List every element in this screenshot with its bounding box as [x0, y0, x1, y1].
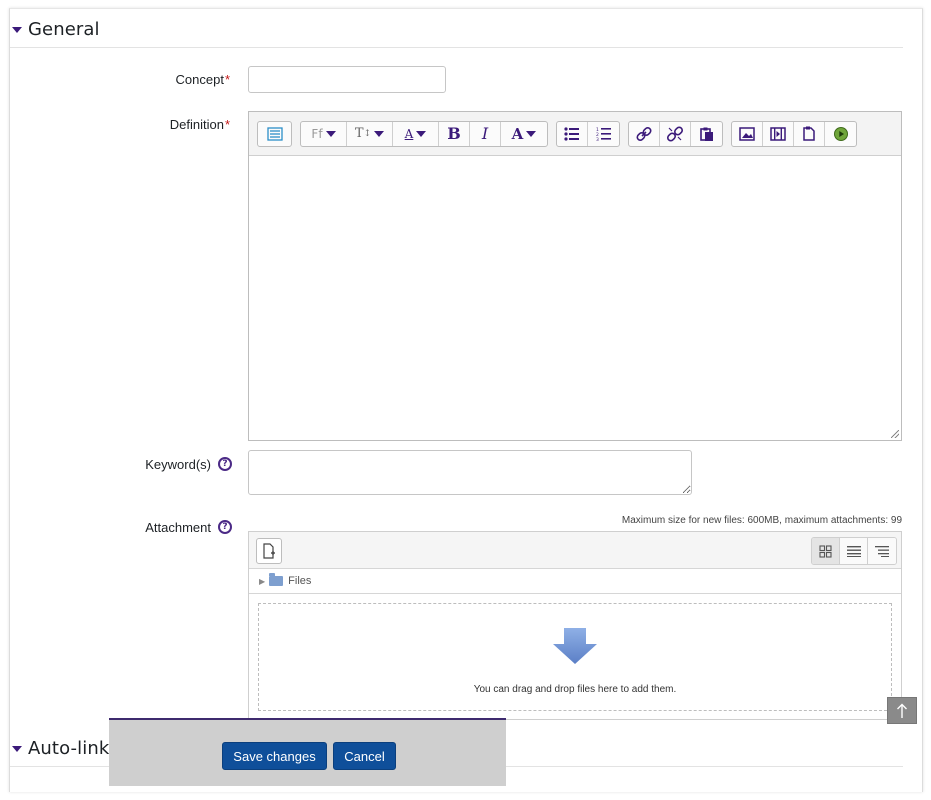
- view-switcher: [811, 537, 897, 565]
- film-icon: [770, 126, 786, 141]
- editor-toolbar: Ff T ↕ A B I A 1 2 3: [249, 112, 901, 156]
- keyboard-icon: [266, 126, 283, 141]
- section-general-toggle[interactable]: General: [12, 14, 100, 44]
- font-color-button[interactable]: A: [501, 122, 547, 146]
- arrow-up-icon: [897, 703, 907, 718]
- concept-input[interactable]: [248, 66, 446, 93]
- scroll-top-button[interactable]: [887, 697, 917, 724]
- toolbar-group-collapse: [257, 120, 292, 147]
- dropdown-caret-icon: [526, 130, 537, 137]
- toolbar-toggle-button[interactable]: [258, 122, 291, 146]
- font-family-button[interactable]: Ff: [301, 121, 347, 146]
- help-icon[interactable]: ?: [218, 457, 232, 471]
- attachment-filepicker: ▶ Files You can drag and drop files here…: [248, 531, 902, 720]
- definition-editor-content[interactable]: [249, 157, 901, 440]
- drop-arrow-icon: [553, 628, 597, 664]
- add-file-icon: [263, 543, 275, 559]
- text-style-button[interactable]: A: [393, 121, 439, 146]
- drop-instructions: You can drag and drop files here to add …: [473, 684, 677, 695]
- definition-editor: Ff T ↕ A B I A 1 2 3: [248, 111, 902, 441]
- toolbar-group-insert: [731, 120, 857, 147]
- italic-button[interactable]: I: [470, 121, 501, 146]
- paste-button[interactable]: [691, 122, 722, 146]
- attachment-label: Attachment ?: [60, 518, 232, 536]
- toolbar-group-style: Ff T ↕ A B I A: [300, 120, 548, 147]
- unlink-icon: [667, 125, 683, 142]
- collapse-caret-icon: [12, 746, 22, 752]
- cancel-button[interactable]: Cancel: [333, 742, 396, 770]
- dropdown-caret-icon: [374, 130, 385, 137]
- add-file-button[interactable]: [256, 538, 282, 564]
- ordered-list-button[interactable]: 1 2 3: [588, 122, 619, 146]
- numbered-list-icon: 1 2 3: [596, 127, 611, 141]
- collapse-caret-icon: [12, 27, 22, 33]
- keywords-label: Keyword(s) ?: [60, 455, 232, 473]
- bold-button[interactable]: B: [439, 121, 470, 146]
- expand-triangle-icon: ▶: [259, 576, 266, 586]
- help-icon[interactable]: ?: [218, 520, 232, 534]
- file-icon: [803, 126, 815, 141]
- play-record-icon: [833, 126, 848, 141]
- record-button[interactable]: [825, 122, 856, 146]
- unlink-button[interactable]: [660, 121, 691, 146]
- filepicker-toolbar: [249, 532, 901, 569]
- font-size-button[interactable]: T ↕: [347, 121, 393, 146]
- folder-icon: [269, 573, 284, 586]
- media-button[interactable]: [763, 121, 794, 146]
- tree-view-icon: [875, 546, 889, 557]
- dropdown-caret-icon: [325, 130, 336, 137]
- view-tree-button[interactable]: [868, 538, 896, 564]
- toolbar-group-lists: 1 2 3: [556, 120, 620, 147]
- file-dropzone[interactable]: You can drag and drop files here to add …: [258, 603, 892, 711]
- max-size-note: Maximum size for new files: 600MB, maxim…: [621, 515, 902, 526]
- sticky-footer: Save changes Cancel: [109, 718, 506, 786]
- save-changes-button[interactable]: Save changes: [222, 742, 327, 770]
- section-autolinking-toggle[interactable]: Auto-linki: [12, 733, 114, 763]
- link-button[interactable]: [629, 121, 660, 146]
- image-icon: [739, 126, 755, 141]
- bullet-list-icon: [564, 126, 579, 141]
- dropdown-caret-icon: [416, 130, 427, 137]
- keywords-textarea[interactable]: [248, 450, 692, 495]
- paste-icon: [699, 127, 713, 141]
- toolbar-group-links: [628, 120, 723, 147]
- section-general-title: General: [28, 18, 100, 40]
- list-view-icon: [846, 546, 861, 557]
- resize-handle-icon[interactable]: [891, 430, 899, 438]
- required-marker: *: [224, 71, 230, 87]
- view-icons-button[interactable]: [812, 538, 840, 564]
- file-button[interactable]: [794, 121, 825, 146]
- svg-text:3: 3: [596, 137, 599, 141]
- link-icon: [636, 126, 652, 141]
- unordered-list-button[interactable]: [557, 121, 588, 146]
- filepicker-path[interactable]: ▶ Files: [249, 569, 901, 594]
- definition-label: Definition *: [169, 116, 230, 132]
- section-divider: [10, 47, 903, 48]
- section-autolinking-title: Auto-linki: [28, 737, 115, 759]
- grid-view-icon: [819, 544, 832, 558]
- concept-label: Concept *: [175, 71, 230, 87]
- view-list-button[interactable]: [840, 538, 868, 564]
- image-button[interactable]: [732, 121, 763, 146]
- required-marker: *: [224, 116, 230, 132]
